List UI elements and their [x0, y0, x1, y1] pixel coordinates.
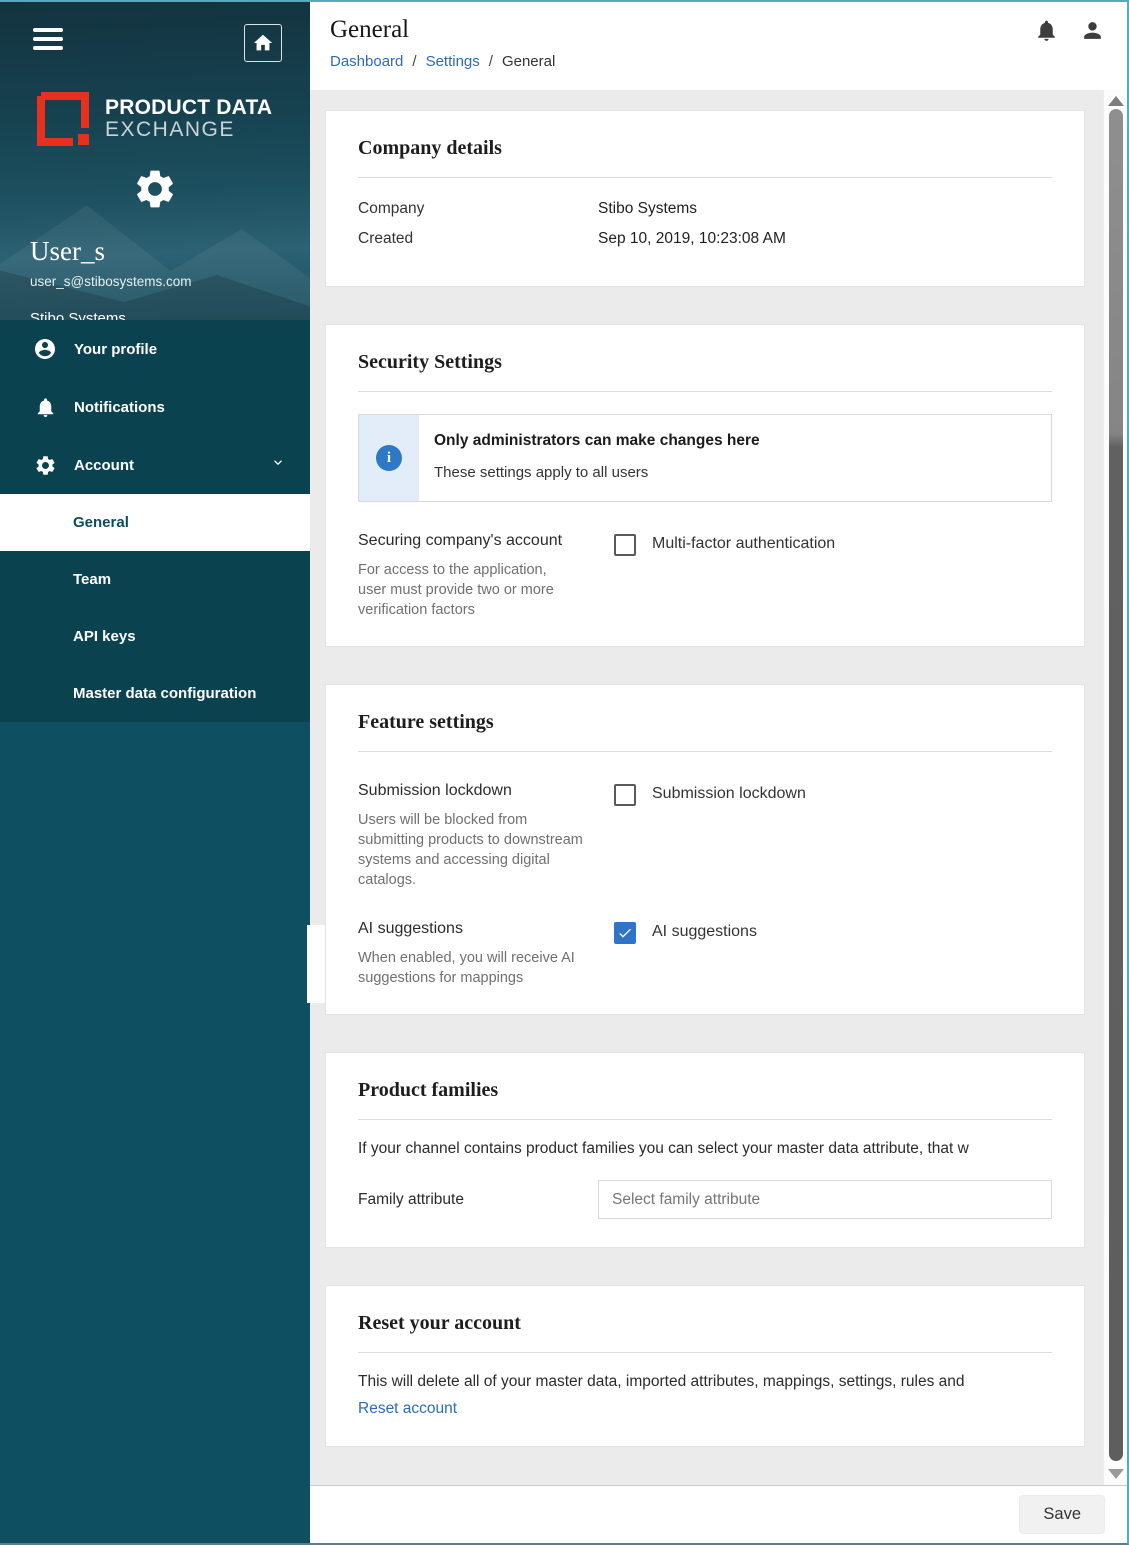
- breadcrumb-dashboard[interactable]: Dashboard: [330, 53, 403, 70]
- card-product-families: Product families If your channel contain…: [325, 1052, 1085, 1248]
- setting-label: Securing company's account: [358, 532, 614, 550]
- submission-lockdown-row: Submission lockdown Users will be blocke…: [358, 752, 1052, 904]
- card-title: Feature settings: [358, 685, 1052, 734]
- created-value: Sep 10, 2019, 10:23:08 AM: [598, 230, 786, 248]
- footer-bar: Save: [310, 1485, 1127, 1543]
- breadcrumb-separator: /: [412, 53, 416, 70]
- user-menu-button[interactable]: [1080, 18, 1105, 43]
- info-alert: i Only administrators can make changes h…: [358, 414, 1052, 502]
- checkbox-label: Multi-factor authentication: [652, 535, 835, 553]
- sidebar-item-notifications[interactable]: Notifications: [0, 378, 310, 436]
- sidebar: PRODUCT DATA EXCHANGE User_s user_s@stib…: [0, 2, 310, 1543]
- info-icon: i: [376, 445, 402, 471]
- info-alert-strip: i: [359, 415, 419, 501]
- logo-mark-icon: [33, 88, 93, 150]
- scroll-up-arrow[interactable]: [1108, 96, 1124, 106]
- sidebar-item-your-profile[interactable]: Your profile: [0, 320, 310, 378]
- scroll-region: Company details Company Stibo Systems Cr…: [310, 90, 1127, 1485]
- setting-label: AI suggestions: [358, 920, 614, 938]
- company-label: Company: [358, 200, 598, 218]
- card-reset-account: Reset your account This will delete all …: [325, 1285, 1085, 1447]
- sidebar-item-label: Account: [74, 457, 134, 474]
- reset-account-link[interactable]: Reset account: [358, 1400, 457, 1418]
- setting-description: For access to the application, user must…: [358, 560, 570, 620]
- multi-factor-checkbox[interactable]: [614, 534, 636, 556]
- card-title: Product families: [358, 1053, 1052, 1102]
- sidebar-hero: PRODUCT DATA EXCHANGE User_s user_s@stib…: [0, 2, 310, 320]
- setting-description: When enabled, you will receive AI sugges…: [358, 948, 576, 988]
- notifications-button[interactable]: [1034, 18, 1059, 43]
- breadcrumb-settings[interactable]: Settings: [426, 53, 480, 70]
- sidebar-item-label: Notifications: [74, 399, 165, 416]
- app-window: PRODUCT DATA EXCHANGE User_s user_s@stib…: [0, 0, 1129, 1545]
- chevron-down-icon: [270, 455, 286, 476]
- created-row: Created Sep 10, 2019, 10:23:08 AM: [358, 230, 1052, 248]
- submission-lockdown-checkbox[interactable]: [614, 784, 636, 806]
- setting-description: Users will be blocked from submitting pr…: [358, 810, 590, 890]
- sidebar-item-account[interactable]: Account: [0, 436, 310, 494]
- card-title: Company details: [358, 111, 1052, 160]
- person-icon: [1080, 18, 1105, 43]
- sidebar-subitem-api-keys[interactable]: API keys: [0, 608, 310, 665]
- main-area: General Dashboard / Settings / General: [310, 2, 1127, 1543]
- home-icon: [252, 32, 274, 54]
- scrollbar-thumb[interactable]: [1109, 109, 1123, 1461]
- card-company-details: Company details Company Stibo Systems Cr…: [325, 110, 1085, 287]
- menu-toggle-button[interactable]: [33, 24, 63, 59]
- bell-icon: [1034, 18, 1059, 43]
- card-title: Reset your account: [358, 1286, 1052, 1335]
- vertical-scrollbar[interactable]: [1103, 90, 1127, 1485]
- divider: [358, 391, 1052, 392]
- checkbox-label: AI suggestions: [652, 923, 757, 941]
- user-name: User_s: [30, 236, 310, 267]
- person-circle-icon: [33, 337, 57, 361]
- overlay-artifact: [307, 925, 325, 1003]
- content: Company details Company Stibo Systems Cr…: [310, 90, 1103, 1485]
- checkbox-label: Submission lockdown: [652, 785, 806, 803]
- created-label: Created: [358, 230, 598, 248]
- sidebar-subitem-team[interactable]: Team: [0, 551, 310, 608]
- breadcrumb-separator: /: [489, 53, 493, 70]
- reset-description: This will delete all of your master data…: [358, 1373, 1052, 1391]
- page-header: General Dashboard / Settings / General: [310, 2, 1127, 90]
- setting-label: Submission lockdown: [358, 782, 614, 800]
- page-title: General: [330, 16, 1127, 44]
- app-logo: PRODUCT DATA EXCHANGE: [33, 88, 310, 150]
- breadcrumb-current: General: [502, 53, 555, 70]
- sidebar-nav: Your profile Notifications Account Gener…: [0, 320, 310, 722]
- sidebar-subitem-master-data-configuration[interactable]: Master data configuration: [0, 665, 310, 722]
- ai-suggestions-checkbox[interactable]: [614, 922, 636, 944]
- divider: [358, 1352, 1052, 1353]
- family-attribute-select[interactable]: [598, 1180, 1052, 1219]
- ai-suggestions-row: AI suggestions When enabled, you will re…: [358, 904, 1052, 1014]
- home-button[interactable]: [244, 24, 282, 62]
- save-button[interactable]: Save: [1019, 1495, 1105, 1534]
- mfa-setting-row: Securing company's account For access to…: [358, 502, 1052, 646]
- info-alert-title: Only administrators can make changes her…: [434, 432, 760, 450]
- check-icon: [617, 925, 633, 941]
- card-title: Security Settings: [358, 325, 1052, 374]
- family-attribute-row: Family attribute: [358, 1180, 1052, 1219]
- sidebar-item-label: Your profile: [74, 341, 157, 358]
- gear-icon: [33, 453, 57, 477]
- divider: [358, 1119, 1052, 1120]
- sidebar-filler: [0, 722, 310, 1543]
- breadcrumb: Dashboard / Settings / General: [330, 53, 1127, 70]
- card-security-settings: Security Settings i Only administrators …: [325, 324, 1085, 647]
- settings-gear-icon: [132, 166, 178, 212]
- scroll-down-arrow[interactable]: [1108, 1469, 1124, 1479]
- family-attribute-label: Family attribute: [358, 1191, 598, 1209]
- user-company: Stibo Systems: [30, 310, 310, 320]
- info-alert-text: These settings apply to all users: [434, 464, 760, 481]
- user-email: user_s@stibosystems.com: [30, 274, 310, 289]
- product-families-description: If your channel contains product familie…: [358, 1140, 1052, 1158]
- logo-line2: EXCHANGE: [105, 119, 272, 141]
- company-value: Stibo Systems: [598, 200, 697, 218]
- logo-line1: PRODUCT DATA: [105, 97, 272, 119]
- sidebar-subitem-general[interactable]: General: [0, 494, 310, 551]
- card-feature-settings: Feature settings Submission lockdown Use…: [325, 684, 1085, 1015]
- bell-icon: [33, 395, 57, 419]
- company-row: Company Stibo Systems: [358, 200, 1052, 218]
